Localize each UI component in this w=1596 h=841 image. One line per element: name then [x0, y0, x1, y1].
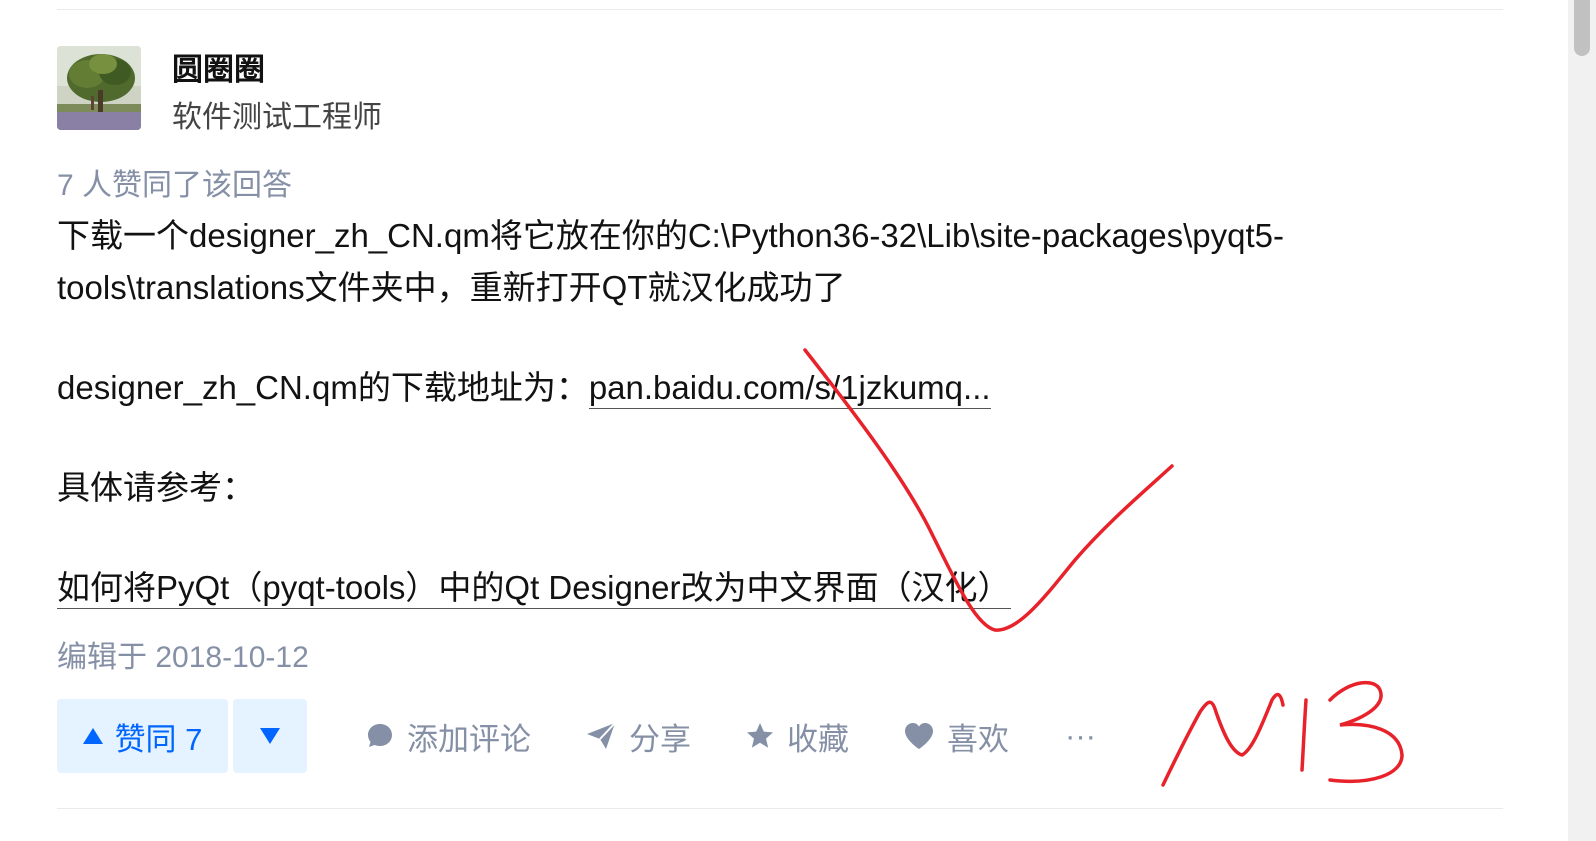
bottom-divider — [57, 808, 1503, 809]
content-paragraph: designer_zh_CN.qm的下载地址为：pan.baidu.com/s/… — [57, 362, 1397, 414]
handwritten-b — [1300, 680, 1404, 783]
triangle-up-icon — [82, 728, 103, 744]
paper-plane-icon — [587, 722, 616, 749]
answer-card: 圆圈圈 软件测试工程师 7 人赞同了该回答 下载一个designer_zh_CN… — [0, 0, 1596, 841]
vote-up-label: 赞同 7 — [114, 721, 203, 757]
like-label: 喜欢 — [947, 721, 1009, 757]
triangle-down-icon — [260, 728, 280, 744]
edit-timestamp[interactable]: 编辑于 2018-10-12 — [57, 632, 309, 676]
like-button[interactable]: 喜欢 — [903, 714, 1009, 759]
content-paragraph: 如何将PyQt（pyqt-tools）中的Qt Designer改为中文界面（汉… — [57, 562, 1397, 614]
comment-bubble-icon — [368, 724, 392, 747]
comment-button[interactable]: 添加评论 — [365, 714, 531, 759]
vote-count-text[interactable]: 7 人赞同了该回答 — [57, 160, 292, 204]
author-bio: 软件测试工程师 — [172, 101, 382, 134]
answer-content: 下载一个designer_zh_CN.qm将它放在你的C:\Python36-3… — [57, 210, 1397, 614]
star-icon — [747, 723, 773, 748]
heart-icon — [905, 723, 933, 749]
scrollbar-track[interactable] — [1568, 0, 1596, 841]
vote-down-button[interactable] — [233, 699, 307, 773]
content-paragraph: 下载一个designer_zh_CN.qm将它放在你的C:\Python36-3… — [57, 217, 1284, 306]
handwritten-n — [1161, 692, 1285, 787]
content-paragraph: 具体请参考： — [57, 469, 255, 506]
more-button[interactable]: ··· — [1065, 718, 1096, 754]
vote-up-button[interactable]: 赞同 7 — [57, 699, 228, 773]
ellipsis-icon: ··· — [1065, 718, 1096, 753]
favorite-label: 收藏 — [787, 721, 849, 757]
action-bar: 赞同 7 添加评论 分享 收藏 喜欢 ··· — [57, 699, 1096, 773]
top-divider — [57, 9, 1503, 10]
author-avatar[interactable] — [57, 46, 141, 130]
scrollbar-thumb[interactable] — [1574, 0, 1590, 56]
share-button[interactable]: 分享 — [585, 714, 691, 759]
baidu-pan-link[interactable]: pan.baidu.com/s/1jzkumq... — [588, 369, 991, 409]
download-label: designer_zh_CN.qm的下载地址为： — [57, 369, 589, 406]
author-name[interactable]: 圆圈圈 — [172, 44, 265, 89]
reference-link[interactable]: 如何将PyQt（pyqt-tools）中的Qt Designer改为中文界面（汉… — [57, 569, 1011, 609]
share-label: 分享 — [629, 721, 691, 757]
comment-label: 添加评论 — [407, 721, 531, 757]
favorite-button[interactable]: 收藏 — [745, 714, 849, 759]
